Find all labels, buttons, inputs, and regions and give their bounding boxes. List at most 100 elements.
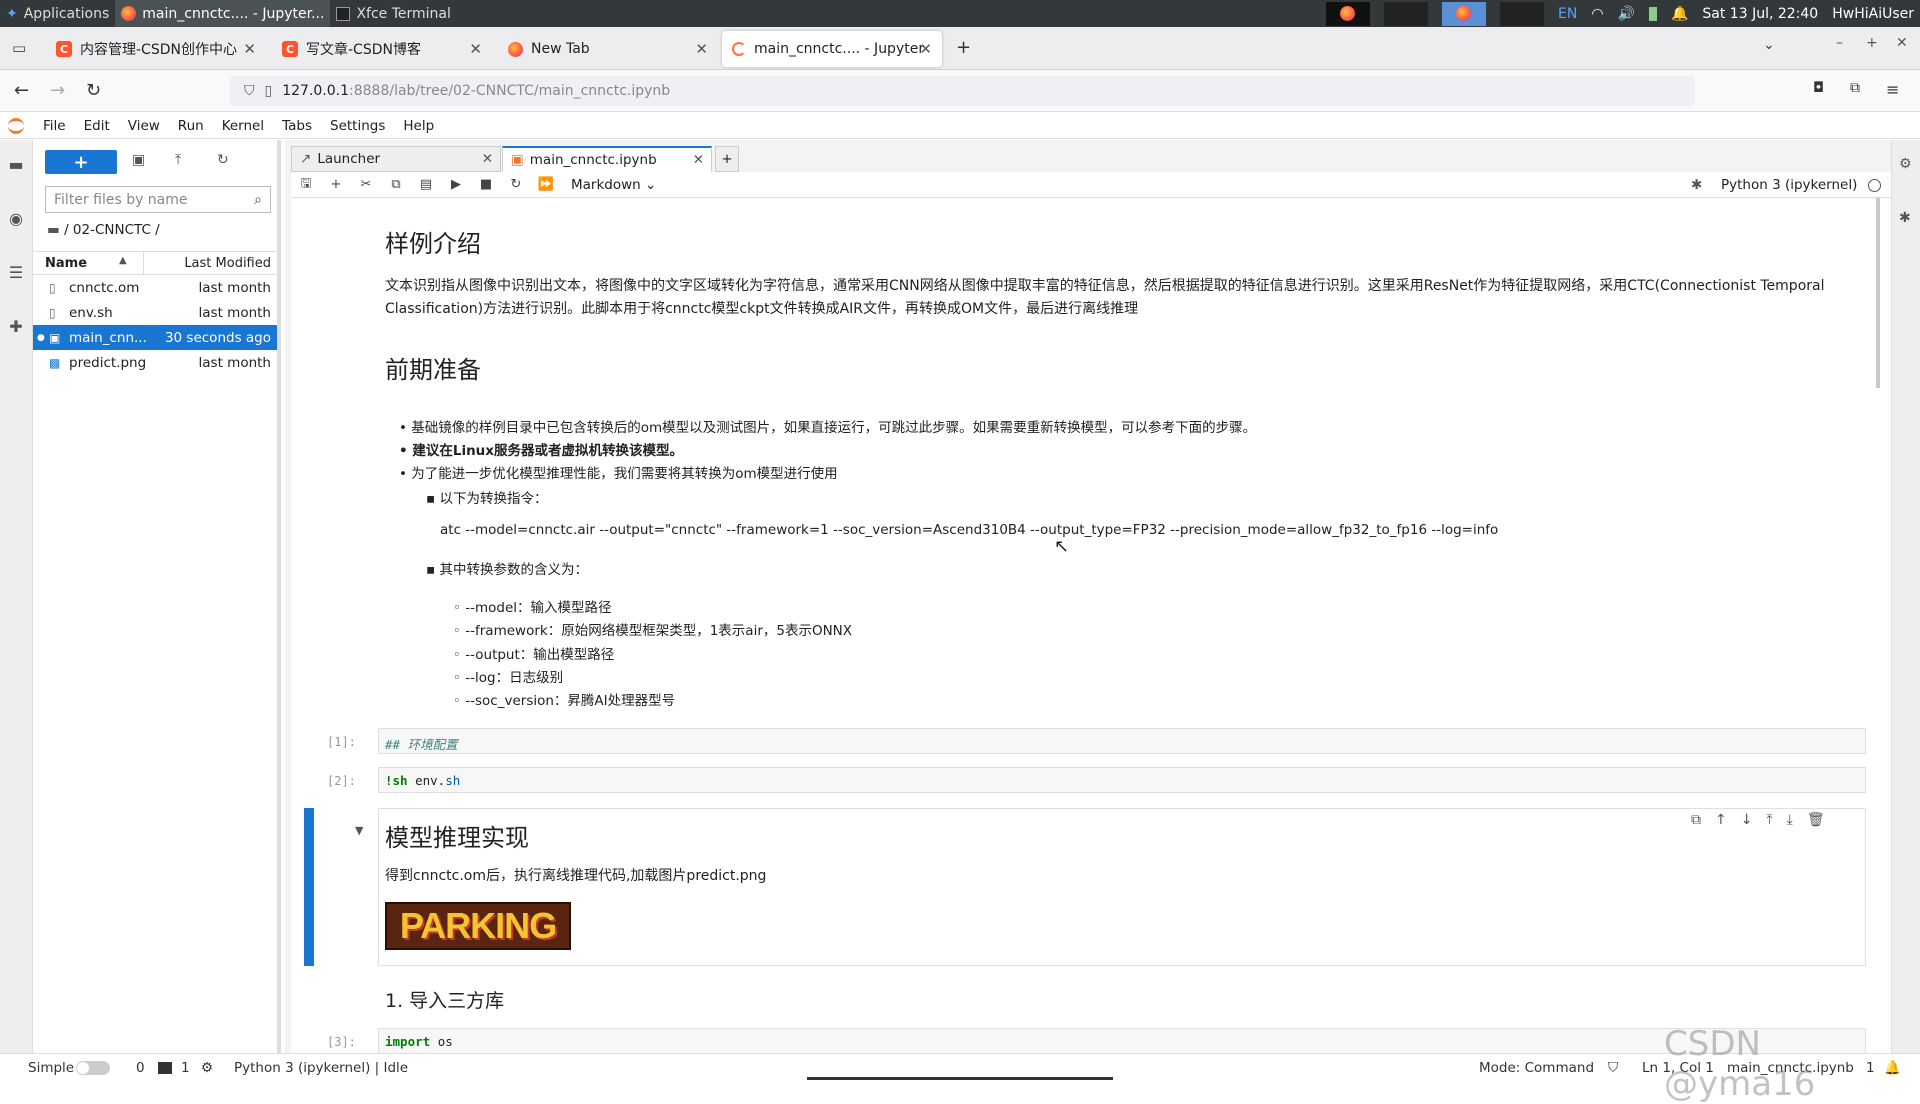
simple-mode-toggle[interactable] xyxy=(76,1061,110,1075)
menu-edit[interactable]: Edit xyxy=(75,118,119,134)
move-up-icon[interactable]: ↑ xyxy=(1715,812,1727,828)
code-cell[interactable]: ## 环境配置 xyxy=(378,728,1866,754)
task-terminal[interactable]: Xfce Terminal xyxy=(330,0,456,27)
cell-type-select[interactable]: Markdown ⌄ xyxy=(571,177,656,193)
notification-bell-icon[interactable]: 🔔 xyxy=(1671,6,1688,22)
insert-below-icon[interactable]: ⤓ xyxy=(1787,812,1793,828)
wifi-icon[interactable]: ◠ xyxy=(1591,6,1603,22)
column-modified[interactable]: Last Modified xyxy=(184,256,271,271)
kernel-count[interactable]: 1 xyxy=(181,1060,190,1076)
workspace-3[interactable] xyxy=(1441,1,1486,26)
volume-icon[interactable]: 🔊 xyxy=(1618,6,1635,22)
menu-file[interactable]: File xyxy=(34,118,75,134)
pocket-icon[interactable]: ◘ xyxy=(1813,80,1824,96)
workspace-1[interactable] xyxy=(1325,1,1370,26)
insert-above-icon[interactable]: ⤒ xyxy=(1766,812,1772,828)
kernel-name[interactable]: Python 3 (ipykernel) xyxy=(1721,177,1857,193)
menu-tabs[interactable]: Tabs xyxy=(273,118,321,134)
close-icon[interactable]: ✕ xyxy=(693,152,704,168)
doc-tab-notebook[interactable]: ▣ main_cnnctc.ipynb ✕ xyxy=(502,146,712,172)
clock[interactable]: Sat 13 Jul, 22:40 xyxy=(1702,6,1818,22)
code-cell[interactable]: !sh env.sh xyxy=(378,767,1866,793)
close-icon[interactable]: ✕ xyxy=(482,151,493,167)
code-cell[interactable]: import os xyxy=(378,1028,1866,1053)
menu-kernel[interactable]: Kernel xyxy=(213,118,273,134)
browser-tab-csdn-write[interactable]: C 写文章-CSDN博客 ✕ xyxy=(272,31,492,67)
file-filter-input[interactable]: Filter files by name ⌕ xyxy=(45,186,271,213)
add-tab-button[interactable]: + xyxy=(715,146,739,172)
url-bar[interactable]: ⛉ ▯ 127.0.0.1:8888/lab/tree/02-CNNCTC/ma… xyxy=(230,76,1695,106)
file-row[interactable]: ▩ predict.png last month xyxy=(33,350,277,375)
new-launcher-button[interactable]: + xyxy=(45,150,117,174)
reload-icon[interactable]: ↻ xyxy=(86,80,101,101)
add-cell-icon[interactable]: + xyxy=(321,177,351,192)
folder-icon[interactable]: ▬ xyxy=(6,154,26,174)
restart-icon[interactable]: ↻ xyxy=(501,177,531,192)
terminal-icon xyxy=(336,6,351,21)
scrollbar[interactable] xyxy=(1876,198,1880,388)
paste-icon[interactable]: ▤ xyxy=(411,177,441,192)
kernel-status[interactable]: Python 3 (ipykernel) | Idle xyxy=(234,1060,408,1076)
file-row-selected[interactable]: ● ▣ main_cnn... 30 seconds ago xyxy=(33,325,277,350)
tab-list-chevron-icon[interactable]: ⌄ xyxy=(1763,37,1775,53)
breadcrumb[interactable]: ▬ / 02-CNNCTC / xyxy=(47,222,160,238)
duplicate-icon[interactable]: ⧉ xyxy=(1691,812,1701,828)
column-name[interactable]: Name xyxy=(45,256,87,271)
forward-icon[interactable]: → xyxy=(50,80,65,101)
workspace-2[interactable] xyxy=(1383,1,1428,26)
user-name[interactable]: HwHiAiUser xyxy=(1832,6,1914,22)
maximize-icon[interactable]: + xyxy=(1866,35,1878,51)
upload-icon[interactable]: ⤒ xyxy=(175,152,181,168)
app-menu-icon[interactable]: ≡ xyxy=(1886,80,1899,99)
delete-icon[interactable]: 🗑 xyxy=(1807,812,1825,828)
debugger-icon[interactable]: ✱ xyxy=(1691,177,1702,193)
close-icon[interactable]: ✕ xyxy=(919,40,932,58)
stop-icon[interactable]: ■ xyxy=(471,177,501,192)
notebook-icon: ▣ xyxy=(49,330,61,345)
move-down-icon[interactable]: ↓ xyxy=(1741,812,1753,828)
menu-view[interactable]: View xyxy=(119,118,169,134)
property-inspector-icon[interactable]: ⚙ xyxy=(1899,156,1912,172)
copy-icon[interactable]: ⧉ xyxy=(381,177,411,192)
menu-help[interactable]: Help xyxy=(394,118,443,134)
battery-icon[interactable] xyxy=(1648,6,1657,21)
active-cell-indicator xyxy=(304,808,314,966)
toc-icon[interactable]: ☰ xyxy=(6,262,26,282)
close-icon[interactable]: ✕ xyxy=(695,40,708,58)
tab-overview-icon[interactable]: ▭ xyxy=(12,39,26,57)
refresh-icon[interactable]: ↻ xyxy=(217,152,229,168)
new-folder-icon[interactable]: ▣ xyxy=(132,152,145,168)
terminal-count[interactable]: 0 xyxy=(136,1060,145,1076)
run-icon[interactable]: ▶ xyxy=(441,177,471,192)
back-icon[interactable]: ← xyxy=(14,80,29,101)
shield-icon[interactable]: ⛉ xyxy=(244,83,255,99)
browser-tab-csdn-content[interactable]: C 内容管理-CSDN创作中心 ✕ xyxy=(46,31,266,67)
browser-tab-jupyter[interactable]: main_cnnctc.... - Jupyter ✕ xyxy=(722,31,942,67)
new-tab-icon[interactable]: + xyxy=(956,37,971,58)
trusted-shield-icon[interactable]: ⛉ xyxy=(1608,1060,1618,1076)
launcher-icon: ↗ xyxy=(300,151,312,167)
doc-tab-launcher[interactable]: ↗ Launcher ✕ xyxy=(291,146,501,172)
minimize-icon[interactable]: – xyxy=(1836,35,1843,51)
cut-icon[interactable]: ✂ xyxy=(351,177,381,192)
extension-icon[interactable]: ✚ xyxy=(6,316,26,336)
menu-run[interactable]: Run xyxy=(169,118,213,134)
applications-menu[interactable]: ✦ Applications xyxy=(0,0,115,27)
collapse-chevron-icon[interactable]: ▼ xyxy=(355,824,363,837)
window-close-icon[interactable]: ✕ xyxy=(1896,35,1908,51)
menu-settings[interactable]: Settings xyxy=(321,118,394,134)
run-all-icon[interactable]: ⏩ xyxy=(531,177,561,192)
save-icon[interactable]: 🖫 xyxy=(291,174,321,196)
workspace-4[interactable] xyxy=(1499,1,1544,26)
running-icon[interactable]: ◉ xyxy=(6,208,26,228)
close-icon[interactable]: ✕ xyxy=(243,40,256,58)
keyboard-layout[interactable]: EN xyxy=(1558,6,1577,22)
extensions-icon[interactable]: ⧉ xyxy=(1850,80,1860,96)
task-firefox[interactable]: main_cnnctc.... - Jupyter... xyxy=(115,0,331,27)
file-row[interactable]: ▯ env.sh last month xyxy=(33,300,277,325)
sub-bullet-item: ▪ 其中转换参数的含义为： xyxy=(426,562,588,578)
browser-tab-new[interactable]: New Tab ✕ xyxy=(498,31,718,67)
file-row[interactable]: ▯ cnnctc.om last month xyxy=(33,275,277,300)
debugger-icon[interactable]: ✱ xyxy=(1899,210,1911,226)
close-icon[interactable]: ✕ xyxy=(469,40,482,58)
